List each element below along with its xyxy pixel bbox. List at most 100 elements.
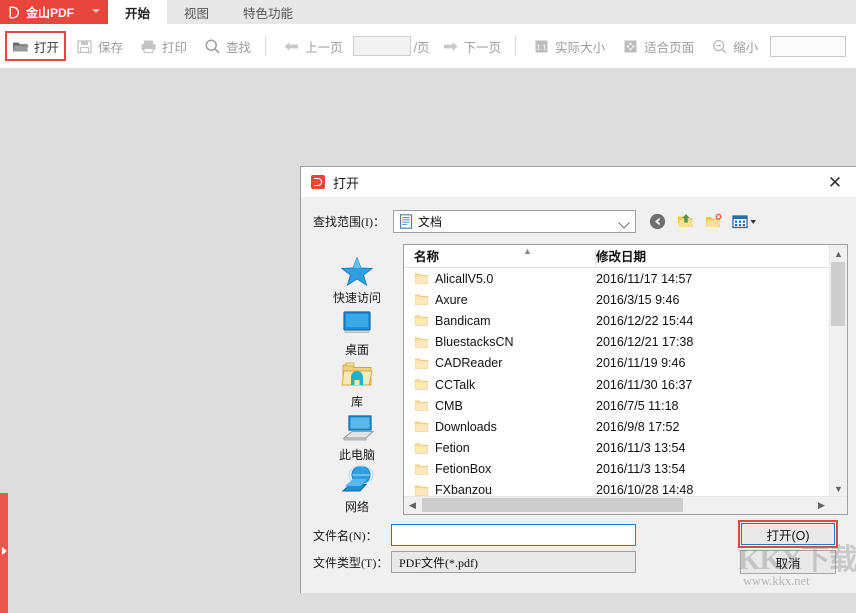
- next-page-button[interactable]: 下一页: [435, 32, 509, 60]
- scroll-left-button[interactable]: ◀: [404, 497, 421, 513]
- tab-features[interactable]: 特色功能: [226, 0, 310, 24]
- filetype-label: 文件类型(T)：: [313, 554, 391, 571]
- look-in-combobox[interactable]: 文档: [393, 210, 636, 233]
- view-mode-icon[interactable]: [732, 212, 759, 231]
- file-list-row[interactable]: AlicallV5.02016/11/17 14:57: [404, 268, 830, 289]
- file-list-row[interactable]: CADReader2016/11/19 9:46: [404, 353, 830, 374]
- file-date: 2016/9/8 17:52: [585, 420, 679, 434]
- file-list-row[interactable]: CCTalk2016/11/30 16:37: [404, 374, 830, 395]
- chevron-down-icon[interactable]: [618, 217, 629, 228]
- sort-ascending-icon[interactable]: ▲: [523, 247, 532, 256]
- file-date: 2016/11/3 13:54: [585, 441, 685, 455]
- app-logo-tab[interactable]: 金山PDF: [0, 0, 108, 24]
- toolbar-separator-1: [265, 36, 266, 56]
- file-date: 2016/7/5 11:18: [585, 399, 678, 413]
- file-list-row[interactable]: BluestacksCN2016/12/21 17:38: [404, 332, 830, 353]
- place-label: 此电脑: [339, 446, 375, 463]
- prev-page-button[interactable]: 上一页: [276, 32, 350, 60]
- place-network[interactable]: 网络: [313, 463, 401, 515]
- scroll-up-button[interactable]: ▲: [830, 245, 847, 262]
- file-date: 2016/10/28 14:48: [585, 483, 693, 497]
- scrollbar-corner: [830, 497, 847, 514]
- app-brand-label: 金山PDF: [26, 4, 74, 21]
- place-library[interactable]: 库: [313, 358, 401, 410]
- folder-icon: [415, 400, 428, 411]
- file-list-row[interactable]: FetionBox2016/11/3 13:54: [404, 459, 830, 480]
- svg-text:1:1: 1:1: [536, 42, 546, 51]
- chevron-down-icon[interactable]: [92, 9, 100, 13]
- file-list-row[interactable]: Fetion2016/11/3 13:54: [404, 438, 830, 459]
- actual-size-label: 实际大小: [555, 37, 605, 56]
- file-name: Bandicam: [435, 314, 585, 328]
- actual-size-icon: 1:1: [533, 38, 550, 55]
- file-date: 2016/11/17 14:57: [585, 272, 692, 286]
- file-list-row[interactable]: FXbanzou2016/10/28 14:48: [404, 480, 830, 497]
- file-list-row[interactable]: Downloads2016/9/8 17:52: [404, 416, 830, 437]
- page-number-input[interactable]: [353, 36, 411, 56]
- file-list-row[interactable]: CMB2016/7/5 11:18: [404, 395, 830, 416]
- desktop-icon: [340, 306, 374, 340]
- dialog-cancel-button[interactable]: 取消: [740, 550, 836, 574]
- close-icon[interactable]: ✕: [822, 171, 848, 193]
- scroll-down-button[interactable]: ▼: [830, 480, 847, 497]
- tab-view[interactable]: 视图: [167, 0, 226, 24]
- vertical-scrollbar[interactable]: ▲ ▼: [829, 245, 847, 497]
- folder-icon: [415, 294, 428, 305]
- fit-page-label: 适合页面: [644, 37, 694, 56]
- documents-folder-icon: [399, 214, 413, 229]
- ribbon-tabs: 开始 视图 特色功能: [108, 0, 310, 24]
- place-quick-access[interactable]: 快速访问: [313, 254, 401, 306]
- save-button-label: 保存: [98, 37, 123, 56]
- search-icon: [204, 38, 221, 55]
- horizontal-scrollbar[interactable]: ◀ ▶: [404, 496, 847, 514]
- print-button[interactable]: 打印: [133, 32, 194, 60]
- fit-page-button[interactable]: 适合页面: [615, 32, 701, 60]
- dialog-title-bar: 打开 ✕: [301, 167, 856, 197]
- dialog-title-label: 打开: [333, 173, 359, 192]
- dialog-body: 查找范围(I)： 文档: [301, 197, 856, 593]
- filetype-value: PDF文件(*.pdf): [399, 554, 478, 571]
- save-button[interactable]: 保存: [69, 32, 130, 60]
- toolbar-separator-2: [515, 36, 516, 56]
- zoom-level-input[interactable]: [770, 36, 846, 57]
- up-folder-icon[interactable]: [676, 212, 695, 231]
- back-icon[interactable]: [648, 212, 667, 231]
- filename-input[interactable]: [391, 524, 636, 546]
- zoom-out-icon: [711, 38, 728, 55]
- page-suffix-label: /页: [414, 32, 432, 60]
- scrollbar-thumb[interactable]: [831, 262, 845, 326]
- network-icon: [340, 463, 374, 497]
- arrow-left-icon: [283, 38, 300, 55]
- file-list-row[interactable]: Axure2016/3/15 9:46: [404, 289, 830, 310]
- zoom-out-button[interactable]: 缩小: [704, 32, 765, 60]
- find-button-label: 查找: [226, 37, 251, 56]
- dialog-open-button[interactable]: 打开(O): [741, 523, 835, 545]
- print-button-label: 打印: [162, 37, 187, 56]
- folder-icon: [415, 379, 428, 390]
- folder-icon: [415, 358, 428, 369]
- computer-icon: [340, 411, 374, 445]
- filename-label: 文件名(N)：: [313, 527, 391, 544]
- file-date: 2016/12/21 17:38: [585, 335, 693, 349]
- new-folder-icon[interactable]: [704, 212, 723, 231]
- column-header-name[interactable]: 名称: [404, 246, 585, 267]
- tab-start[interactable]: 开始: [108, 0, 167, 24]
- open-button[interactable]: 打开: [5, 31, 66, 61]
- place-desktop[interactable]: 桌面: [313, 306, 401, 358]
- side-panel-toggle[interactable]: [0, 493, 8, 613]
- save-disk-icon: [76, 38, 93, 55]
- filetype-select[interactable]: PDF文件(*.pdf): [391, 551, 636, 573]
- open-file-dialog: 打开 ✕ 查找范围(I)： 文档: [300, 166, 856, 593]
- file-list: ▲ 名称 修改日期 AlicallV5.02016/11/17 14:57Axu…: [403, 244, 848, 515]
- folder-icon: [415, 315, 428, 326]
- dialog-nav-buttons: [648, 212, 759, 231]
- prev-page-label: 上一页: [305, 37, 343, 56]
- place-this-pc[interactable]: 此电脑: [313, 411, 401, 463]
- column-divider[interactable]: [595, 250, 596, 267]
- file-list-row[interactable]: Bandicam2016/12/22 15:44: [404, 310, 830, 331]
- find-button[interactable]: 查找: [197, 32, 258, 60]
- file-name: CCTalk: [435, 378, 585, 392]
- scrollbar-thumb[interactable]: [422, 498, 683, 512]
- scroll-right-button[interactable]: ▶: [813, 497, 830, 513]
- actual-size-button[interactable]: 1:1 实际大小: [526, 32, 612, 60]
